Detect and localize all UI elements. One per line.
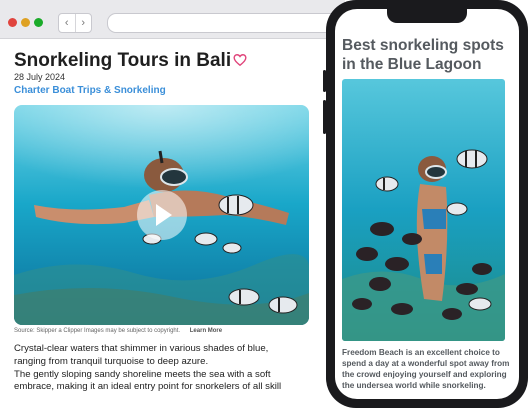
close-window-button[interactable] — [8, 18, 17, 27]
phone-side-button — [323, 70, 326, 92]
mobile-body-line: the crowd enjoying yourself and explorin… — [342, 370, 507, 379]
browser-toolbar: ‹ › — [0, 0, 345, 39]
article-date: 28 July 2024 — [14, 72, 66, 82]
body-line: embrace, making it an ideal entry point … — [14, 381, 282, 393]
learn-more-link[interactable]: Learn More — [190, 328, 222, 334]
mobile-article-photo — [342, 79, 505, 341]
article-body: Crystal-clear waters that shimmer in var… — [14, 343, 344, 394]
category-link[interactable]: Charter Boat Trips & Snorkeling — [14, 85, 166, 96]
mobile-article-body: Freedom Beach is an excellent choice to … — [342, 347, 519, 391]
address-bar[interactable] — [107, 13, 345, 33]
body-line: Crystal-clear waters that shimmer in var… — [14, 343, 269, 354]
mobile-body-line: spend a day at a wonderful spot away fro… — [342, 359, 510, 368]
chevron-right-icon[interactable]: › — [74, 14, 92, 32]
body-line: ranging from tranquil turquoise to deep … — [14, 355, 209, 367]
heart-icon[interactable] — [233, 53, 247, 67]
chevron-left-icon[interactable]: ‹ — [59, 14, 75, 32]
phone-side-button — [323, 100, 326, 134]
image-caption: Source: Skipper a Clipper Images may be … — [14, 328, 314, 334]
body-line: The gently sloping sandy shoreline meets… — [14, 368, 271, 380]
browser-window: ‹ › Snorkeling Tours in Bali 28 July 202… — [0, 0, 345, 410]
minimize-window-button[interactable] — [21, 18, 30, 27]
article-title: Snorkeling Tours in Bali — [14, 50, 232, 71]
snorkeler-fish-photo — [342, 79, 505, 341]
video-player[interactable] — [14, 105, 309, 325]
phone-frame: Best snorkeling spots in the Blue Lagoon — [323, 0, 528, 408]
play-icon[interactable] — [137, 190, 187, 240]
mobile-body-line: the undersea world while snorkeling. — [342, 381, 486, 390]
maximize-window-button[interactable] — [34, 18, 43, 27]
mobile-article-title: Best snorkeling spots in the Blue Lagoon — [342, 37, 504, 73]
phone-screen: Best snorkeling spots in the Blue Lagoon — [335, 9, 519, 399]
mobile-body-line: Freedom Beach is an excellent choice to — [342, 348, 500, 357]
phone-notch — [387, 9, 467, 23]
nav-buttons: ‹ › — [58, 13, 92, 33]
caption-source: Source: Skipper a Clipper Images may be … — [14, 328, 181, 334]
